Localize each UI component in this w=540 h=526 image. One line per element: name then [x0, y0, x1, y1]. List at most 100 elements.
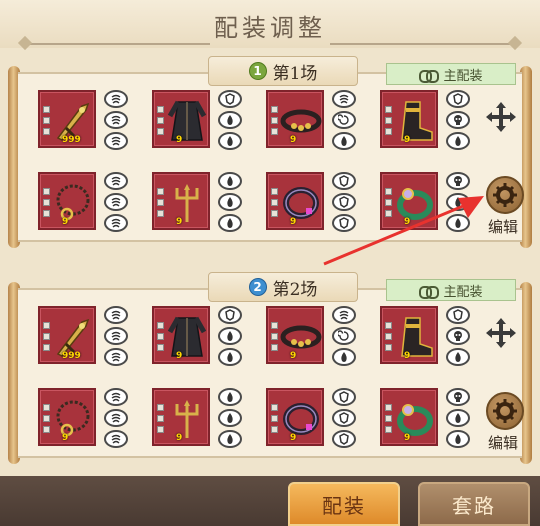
tab-loadout[interactable]: 配装 [288, 482, 400, 526]
edit-label[interactable]: 编辑 [488, 216, 518, 237]
wind-gem-icon[interactable] [332, 90, 356, 108]
loadout-screen: 配装调整 1 第1场 主配装 999 9 9 9 9 9 9 9 编辑 2 第2场 [0, 0, 540, 526]
shield-gem-icon[interactable] [446, 306, 470, 324]
main-loadout-button[interactable]: 主配装 [386, 63, 516, 85]
wind-gem-icon[interactable] [104, 90, 128, 108]
edit-gear-button[interactable] [486, 392, 524, 430]
skull-gem-icon[interactable] [446, 111, 470, 129]
edit-label[interactable]: 编辑 [488, 432, 518, 453]
wind-gem-icon[interactable] [104, 193, 128, 211]
equipment-slot-necklace[interactable]: 9 [38, 388, 96, 446]
shield-gem-icon[interactable] [218, 90, 242, 108]
equipment-slot-robe[interactable]: 9 [152, 306, 210, 364]
wind-gem-icon[interactable] [104, 132, 128, 150]
move-arrows-icon[interactable] [484, 316, 518, 350]
fire-gem-icon[interactable] [446, 132, 470, 150]
wind-gem-icon[interactable] [104, 348, 128, 366]
rank-pip [271, 344, 278, 351]
wind-gem-icon[interactable] [104, 111, 128, 129]
wind-gem-icon[interactable] [104, 388, 128, 406]
main-loadout-label: 主配装 [443, 284, 483, 300]
fire-gem-icon[interactable] [218, 430, 242, 448]
shield-gem-icon[interactable] [332, 409, 356, 427]
rank-pip [157, 128, 164, 135]
equipment-slot-robe[interactable]: 9 [152, 90, 210, 148]
skull-gem-icon[interactable] [446, 327, 470, 345]
wind-gem-icon[interactable] [104, 327, 128, 345]
wind-gem-icon[interactable] [104, 214, 128, 232]
rank-pip [43, 117, 50, 124]
rank-pips [271, 404, 278, 433]
fire-gem-icon[interactable] [446, 430, 470, 448]
rank-pip [43, 404, 50, 411]
gem-sockets [218, 172, 244, 232]
skull-gem-icon[interactable] [446, 388, 470, 406]
rank-pip [157, 344, 164, 351]
jade-ring-icon [394, 396, 436, 442]
fire-gem-icon[interactable] [218, 348, 242, 366]
fire-gem-icon[interactable] [218, 327, 242, 345]
rank-pip [157, 333, 164, 340]
bottom-tab-bar: 配装 套路 [0, 476, 540, 526]
equipment-slot-dagger[interactable]: 999 [38, 306, 96, 364]
shield-gem-icon[interactable] [218, 306, 242, 324]
equipment-slot-trident[interactable]: 9 [152, 388, 210, 446]
gem-sockets [218, 90, 244, 150]
shield-gem-icon[interactable] [332, 430, 356, 448]
fire-gem-icon[interactable] [332, 348, 356, 366]
fire-gem-icon[interactable] [332, 132, 356, 150]
link-icon [419, 69, 440, 83]
rank-pips [157, 106, 164, 135]
equipment-slot-belt[interactable]: 9 [266, 306, 324, 364]
fire-gem-icon[interactable] [218, 214, 242, 232]
gem-sockets [104, 388, 130, 448]
rank-pip [271, 199, 278, 206]
rank-pip [385, 322, 392, 329]
wind-gem-icon[interactable] [104, 409, 128, 427]
fire-gem-icon[interactable] [218, 193, 242, 211]
wind-gem-icon[interactable] [104, 172, 128, 190]
edit-gear-button[interactable] [486, 176, 524, 214]
swirl-gem-icon[interactable] [332, 327, 356, 345]
main-loadout-button[interactable]: 主配装 [386, 279, 516, 301]
fire-gem-icon[interactable] [218, 132, 242, 150]
move-arrows-icon[interactable] [484, 100, 518, 134]
fire-gem-icon[interactable] [446, 409, 470, 427]
fire-gem-icon[interactable] [446, 348, 470, 366]
rank-pip [157, 117, 164, 124]
rank-pip [271, 415, 278, 422]
rank-pip [157, 188, 164, 195]
bracelet-icon [280, 180, 322, 226]
wind-gem-icon[interactable] [104, 430, 128, 448]
fire-gem-icon[interactable] [218, 172, 242, 190]
equipment-slot-boots[interactable]: 9 [380, 306, 438, 364]
equipment-slot-trident[interactable]: 9 [152, 172, 210, 230]
equipment-slot-belt[interactable]: 9 [266, 90, 324, 148]
item-level: 999 [62, 135, 81, 145]
shield-gem-icon[interactable] [332, 388, 356, 406]
equipment-slot-boots[interactable]: 9 [380, 90, 438, 148]
wind-gem-icon[interactable] [332, 306, 356, 324]
item-level: 9 [176, 433, 183, 443]
item-level: 9 [176, 351, 183, 361]
gem-sockets [104, 90, 130, 150]
equipment-slot-bracelet[interactable]: 9 [266, 388, 324, 446]
equipment-slot-necklace[interactable]: 9 [38, 172, 96, 230]
wind-gem-icon[interactable] [104, 306, 128, 324]
loadout-tab-1[interactable]: 1 第1场 [208, 56, 358, 86]
item-level: 9 [404, 433, 411, 443]
equipment-slot-dagger[interactable]: 999 [38, 90, 96, 148]
rank-pips [271, 188, 278, 217]
swirl-gem-icon[interactable] [332, 111, 356, 129]
equipment-slot-bracelet[interactable]: 9 [266, 172, 324, 230]
fire-gem-icon[interactable] [218, 111, 242, 129]
shield-gem-icon[interactable] [446, 90, 470, 108]
equipment-slot-jade-ring[interactable]: 9 [380, 388, 438, 446]
tab-routine[interactable]: 套路 [418, 482, 530, 526]
loadout-tab-2[interactable]: 2 第2场 [208, 272, 358, 302]
rank-pip [385, 117, 392, 124]
fire-gem-icon[interactable] [218, 388, 242, 406]
rank-pip [385, 344, 392, 351]
item-level: 9 [62, 217, 69, 227]
fire-gem-icon[interactable] [218, 409, 242, 427]
